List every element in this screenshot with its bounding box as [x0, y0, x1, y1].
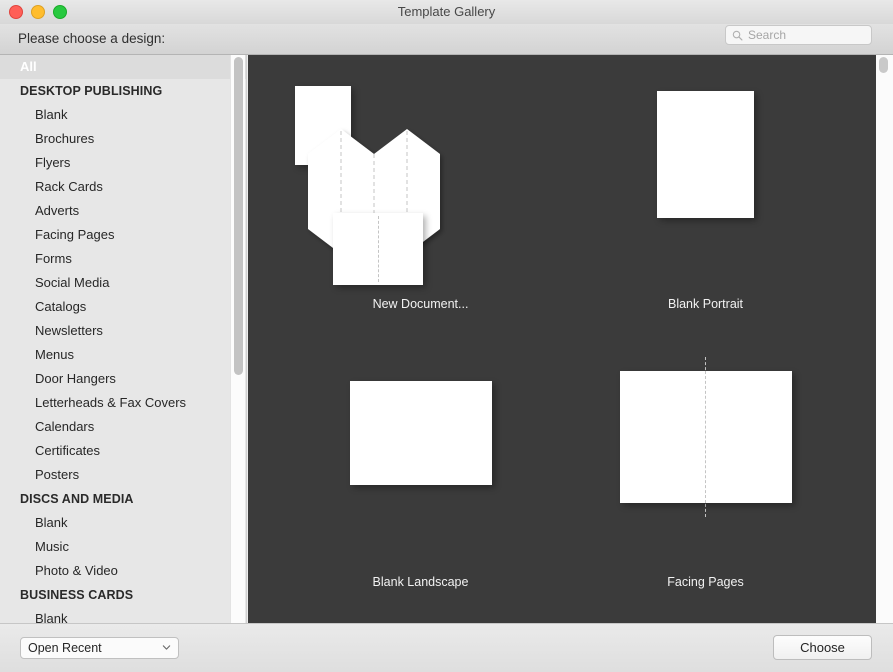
title-bar: Template Gallery [0, 0, 893, 24]
sidebar-item-social-media[interactable]: Social Media [0, 271, 246, 295]
template-thumbnail[interactable] [563, 357, 848, 572]
template-label: Facing Pages [667, 575, 744, 589]
category-sidebar: All DESKTOP PUBLISHING Blank Brochures Flyer… [0, 55, 247, 623]
sidebar-item-forms[interactable]: Forms [0, 247, 246, 271]
template-tile-new-document[interactable]: New Document... [278, 79, 563, 339]
template-gallery-grid: New Document... Blank Portrait Blank Lands… [248, 55, 876, 623]
fold-line [378, 216, 379, 282]
sidebar-group-desktop-publishing: DESKTOP PUBLISHING [20, 84, 163, 98]
gallery-scrollbar-track[interactable] [876, 55, 893, 623]
sidebar-item-brochures[interactable]: Brochures [0, 127, 246, 151]
template-tile-blank-landscape[interactable]: Blank Landscape [278, 357, 563, 617]
sidebar-item-all[interactable]: All [0, 55, 246, 79]
sidebar-scrollbar-thumb[interactable] [234, 57, 243, 375]
open-recent-dropdown[interactable]: Open Recent [20, 637, 179, 659]
sidebar-item-catalogs[interactable]: Catalogs [0, 295, 246, 319]
search-icon [732, 30, 743, 41]
template-gallery-window: Template Gallery Please choose a design:… [0, 0, 893, 672]
template-label: Blank Landscape [372, 575, 469, 589]
page-shape [657, 91, 754, 218]
sidebar-item-posters[interactable]: Posters [0, 463, 246, 487]
page-shape [620, 371, 792, 503]
sidebar-group-discs-and-media: DISCS AND MEDIA [20, 492, 134, 506]
template-thumbnail[interactable] [278, 357, 563, 572]
window-title: Template Gallery [397, 4, 496, 19]
gallery-scrollbar-thumb[interactable] [879, 57, 888, 73]
sidebar-item-facing-pages[interactable]: Facing Pages [0, 223, 246, 247]
sidebar-item-letterheads-fax-covers[interactable]: Letterheads & Fax Covers [0, 391, 246, 415]
fold-line [705, 371, 706, 503]
sidebar-item-blank[interactable]: Blank [0, 511, 246, 535]
template-label: Blank Portrait [667, 297, 744, 311]
sidebar-item-newsletters[interactable]: Newsletters [0, 319, 246, 343]
category-list[interactable]: All DESKTOP PUBLISHING Blank Brochures Flyer… [0, 55, 246, 623]
sidebar-item-flyers[interactable]: Flyers [0, 151, 246, 175]
sidebar-item-adverts[interactable]: Adverts [0, 199, 246, 223]
template-label: New Document... [372, 297, 469, 311]
search-field[interactable] [725, 25, 872, 45]
sidebar-item-blank[interactable]: Blank [0, 103, 246, 127]
bottom-bar: Open Recent [0, 623, 893, 672]
sidebar-group-business-cards: BUSINESS CARDS [20, 588, 134, 602]
sidebar-item-rack-cards[interactable]: Rack Cards [0, 175, 246, 199]
search-input[interactable] [748, 28, 868, 42]
page-shape [350, 381, 492, 485]
template-thumbnail[interactable] [278, 79, 563, 294]
sidebar-item-door-hangers[interactable]: Door Hangers [0, 367, 246, 391]
template-thumbnail[interactable] [563, 79, 848, 294]
sidebar-item-menus[interactable]: Menus [0, 343, 246, 367]
template-tile-blank-portrait[interactable]: Blank Portrait [563, 79, 848, 339]
choose-button[interactable]: Choose [773, 635, 872, 660]
sidebar-item-music[interactable]: Music [0, 535, 246, 559]
template-tile-facing-pages[interactable]: Facing Pages [563, 357, 848, 617]
sidebar-scrollbar-track[interactable] [230, 55, 245, 623]
sidebar-item-photo-video[interactable]: Photo & Video [0, 559, 246, 583]
sidebar-item-blank[interactable]: Blank [0, 607, 246, 623]
prompt-label: Please choose a design: [18, 31, 166, 46]
sidebar-item-calendars[interactable]: Calendars [0, 415, 246, 439]
sidebar-item-certificates[interactable]: Certificates [0, 439, 246, 463]
